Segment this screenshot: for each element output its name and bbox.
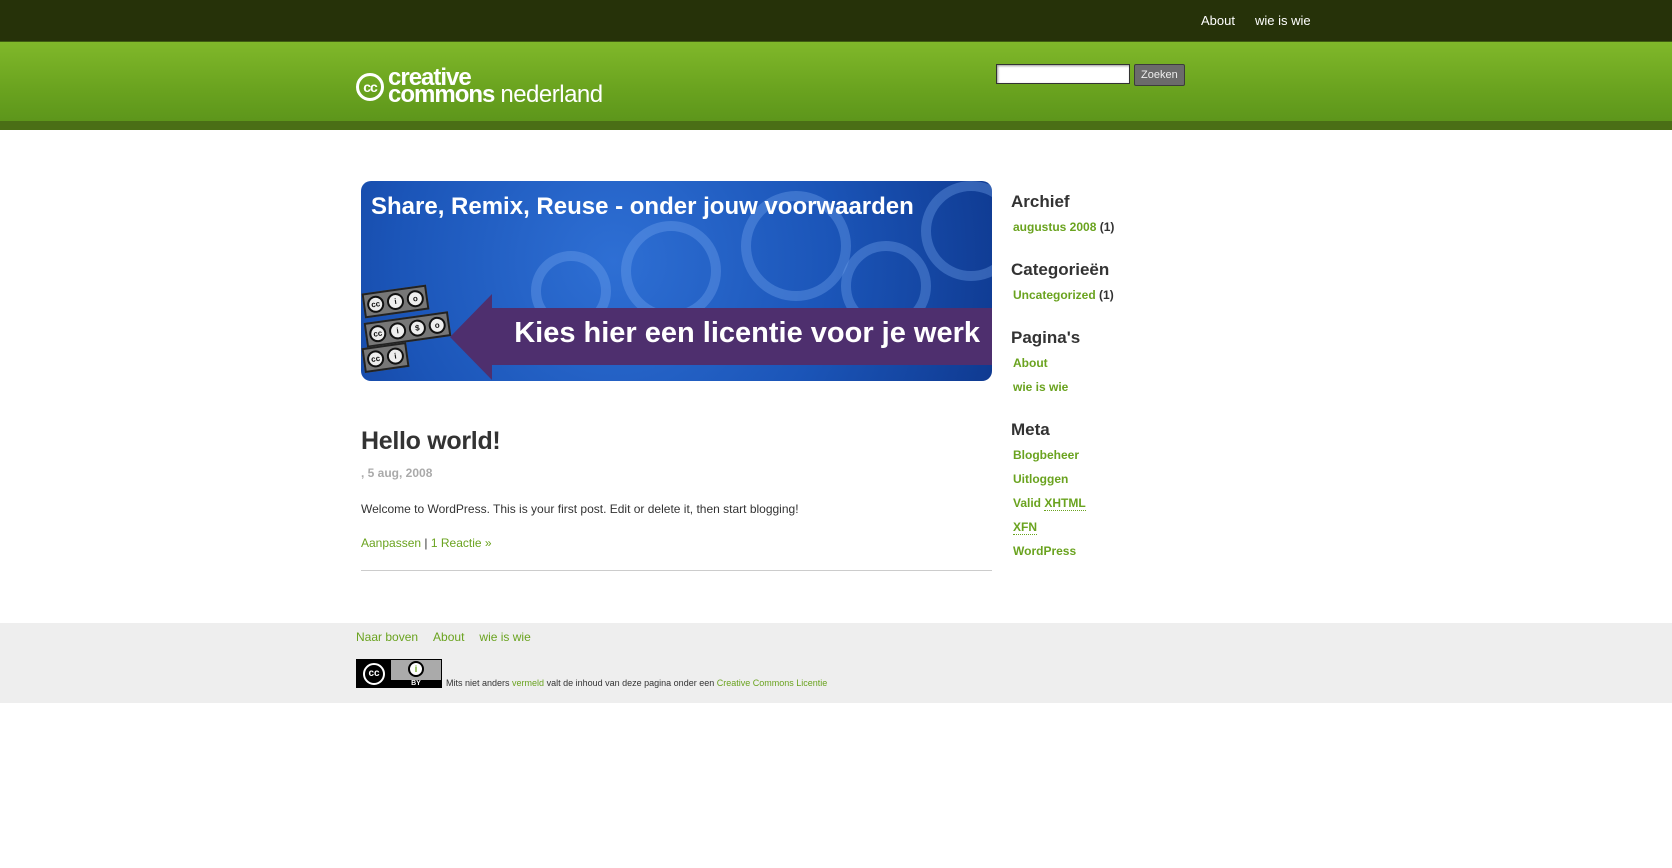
post-body: Welcome to WordPress. This is your first… xyxy=(361,502,799,516)
post-links-separator: | xyxy=(424,536,428,550)
footer-link-naar-boven[interactable]: Naar boven xyxy=(356,630,418,644)
logo-word-nederland: nederland xyxy=(500,81,603,108)
post-links: Aanpassen | 1 Reactie » xyxy=(361,536,992,550)
archive-count: (1) xyxy=(1099,220,1115,234)
license-vermeld-link[interactable]: vermeld xyxy=(512,678,544,688)
meta-link-xfn-abbr: XFN xyxy=(1013,520,1037,535)
page-link-wie-is-wie[interactable]: wie is wie xyxy=(1013,380,1068,394)
footer-nav: Naar boven About wie is wie xyxy=(356,630,531,644)
meta-list: Blogbeheer Uitloggen Valid XHTML XFN Wor… xyxy=(1013,448,1211,558)
cc-badge-by-label: BY xyxy=(391,680,441,687)
license-badge-icon: cc i xyxy=(361,341,410,374)
logo-wordmark: creative commons xyxy=(388,66,495,108)
search-input[interactable] xyxy=(996,64,1130,84)
banner-title: Share, Remix, Reuse - onder jouw voorwaa… xyxy=(371,193,914,220)
meta-link-xhtml-abbr: XHTML xyxy=(1044,496,1086,511)
license-text-1: Mits niet anders xyxy=(446,678,510,688)
list-item: augustus 2008 (1) xyxy=(1013,220,1211,234)
categories-list: Uncategorized (1) xyxy=(1013,288,1211,302)
category-link-uncategorized[interactable]: Uncategorized xyxy=(1013,288,1096,302)
cc-logo-icon: cc xyxy=(356,72,384,101)
pages-list: About wie is wie xyxy=(1013,356,1211,394)
license-badge-icon: cc i o xyxy=(361,284,430,319)
search-button[interactable]: Zoeken xyxy=(1134,64,1185,86)
sidebar: Archief augustus 2008 (1) Categorieën Un… xyxy=(1011,192,1211,584)
cc-badge-left: cc xyxy=(357,660,391,687)
license-text: Mits niet anders vermeld valt de inhoud … xyxy=(446,678,827,688)
post-date: , 5 aug, 2008 xyxy=(361,466,433,480)
archive-link-august-2008[interactable]: augustus 2008 xyxy=(1013,220,1096,234)
list-item: wie is wie xyxy=(1013,380,1211,394)
meta-link-valid-text: Valid xyxy=(1013,496,1042,510)
license-notice: cc i BY Mits niet anders vermeld valt de… xyxy=(356,659,827,688)
list-item: XFN xyxy=(1013,520,1211,535)
meta-link-uitloggen[interactable]: Uitloggen xyxy=(1013,472,1068,486)
categories-heading: Categorieën xyxy=(1011,260,1110,279)
site-header: cc creative commons nederland Zoeken xyxy=(0,42,1672,130)
meta-link-wordpress[interactable]: WordPress xyxy=(1013,544,1076,558)
main-content: Share, Remix, Reuse - onder jouw voorwaa… xyxy=(361,181,992,571)
list-item: Valid XHTML xyxy=(1013,496,1211,511)
page-link-about[interactable]: About xyxy=(1013,356,1048,370)
cc-by-license-badge-icon[interactable]: cc i BY xyxy=(356,659,442,688)
logo-word-commons: commons xyxy=(388,81,495,108)
license-text-2: valt de inhoud van deze pagina onder een xyxy=(546,678,715,688)
license-cc-link[interactable]: Creative Commons Licentie xyxy=(717,678,828,688)
site-footer: Naar boven About wie is wie cc i BY Mits… xyxy=(0,623,1672,703)
meta-link-xfn[interactable]: XFN xyxy=(1013,520,1037,535)
banner-arrow-icon xyxy=(450,294,492,380)
list-item: Uncategorized (1) xyxy=(1013,288,1211,302)
top-nav: About wie is wie xyxy=(1201,0,1311,41)
list-item: WordPress xyxy=(1013,544,1211,558)
post-title[interactable]: Hello world! xyxy=(361,427,992,456)
cc-badge-right: i BY xyxy=(391,660,441,687)
list-item: Blogbeheer xyxy=(1013,448,1211,462)
meta-link-valid-xhtml[interactable]: Valid XHTML xyxy=(1013,496,1086,511)
meta-heading: Meta xyxy=(1011,420,1050,439)
top-bar: About wie is wie xyxy=(0,0,1672,42)
site-logo[interactable]: cc creative commons nederland xyxy=(356,64,603,109)
banner-decor-ring xyxy=(621,221,721,321)
category-count: (1) xyxy=(1099,288,1114,302)
archive-heading: Archief xyxy=(1011,192,1070,211)
banner-cta: Kies hier een licentie voor je werk xyxy=(514,317,980,349)
top-nav-about[interactable]: About xyxy=(1201,13,1235,28)
pages-heading: Pagina's xyxy=(1011,328,1081,347)
search-form: Zoeken xyxy=(996,64,1185,86)
attribution-icon: i xyxy=(408,661,424,677)
post-divider xyxy=(361,570,992,571)
license-banner[interactable]: Share, Remix, Reuse - onder jouw voorwaa… xyxy=(361,181,992,381)
archive-list: augustus 2008 (1) xyxy=(1013,220,1211,234)
footer-link-wie-is-wie[interactable]: wie is wie xyxy=(479,630,530,644)
list-item: About xyxy=(1013,356,1211,370)
top-nav-wie-is-wie[interactable]: wie is wie xyxy=(1255,13,1311,28)
cc-circle-icon: cc xyxy=(363,662,385,685)
comments-link[interactable]: 1 Reactie » xyxy=(431,536,492,550)
meta-link-blogbeheer[interactable]: Blogbeheer xyxy=(1013,448,1079,462)
footer-link-about[interactable]: About xyxy=(433,630,464,644)
list-item: Uitloggen xyxy=(1013,472,1211,486)
edit-post-link[interactable]: Aanpassen xyxy=(361,536,421,550)
banner-decor-ring xyxy=(921,181,992,281)
